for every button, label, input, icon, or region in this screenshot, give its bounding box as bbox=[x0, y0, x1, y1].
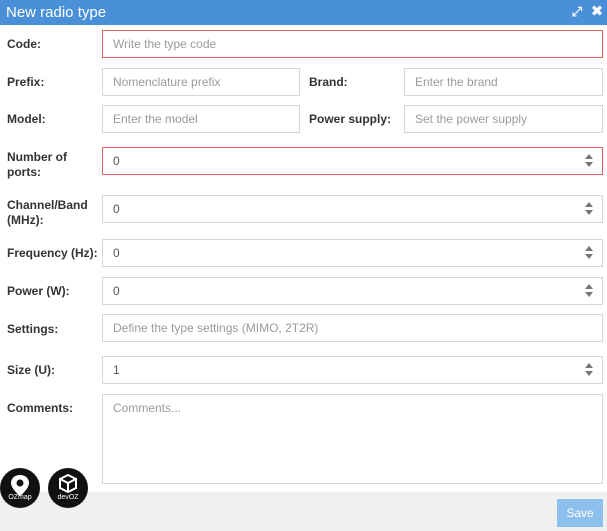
power-supply-input[interactable]: Set the power supply bbox=[404, 105, 603, 133]
settings-placeholder: Define the type settings (MIMO, 2T2R) bbox=[113, 321, 319, 335]
devoz-logo: devOZ bbox=[48, 468, 88, 508]
comments-placeholder: Comments... bbox=[113, 401, 182, 415]
prefix-label: Prefix: bbox=[7, 75, 45, 89]
ports-label-line1: Number of bbox=[7, 150, 67, 164]
brand-label: Brand: bbox=[309, 75, 348, 89]
size-input[interactable]: 1 bbox=[102, 356, 603, 384]
power-input[interactable]: 0 bbox=[102, 277, 603, 305]
settings-label: Settings: bbox=[7, 322, 59, 336]
brand-input[interactable]: Enter the brand bbox=[404, 68, 603, 96]
code-placeholder: Write the type code bbox=[113, 37, 217, 51]
size-spinner-icon[interactable] bbox=[585, 363, 593, 377]
devoz-logo-text: devOZ bbox=[57, 494, 79, 501]
brand-placeholder: Enter the brand bbox=[415, 75, 498, 89]
model-placeholder: Enter the model bbox=[113, 112, 198, 126]
frequency-label: Frequency (Hz): bbox=[7, 246, 98, 260]
window-titlebar: New radio type ⤢ ✖ bbox=[0, 0, 607, 25]
channel-band-spinner-icon[interactable] bbox=[585, 202, 593, 216]
power-value: 0 bbox=[113, 284, 120, 298]
comments-textarea[interactable]: Comments... bbox=[102, 394, 603, 484]
channel-band-value: 0 bbox=[113, 202, 120, 216]
ports-label-line2: ports: bbox=[7, 165, 41, 179]
dialog-footer bbox=[0, 492, 607, 531]
close-icon[interactable]: ✖ bbox=[590, 3, 604, 21]
map-pin-icon bbox=[11, 475, 29, 496]
model-label: Model: bbox=[7, 112, 46, 126]
prefix-placeholder: Nomenclature prefix bbox=[113, 75, 221, 89]
frequency-value: 0 bbox=[113, 246, 120, 260]
expand-icon[interactable]: ⤢ bbox=[570, 3, 584, 21]
code-input[interactable]: Write the type code bbox=[102, 30, 603, 58]
power-supply-label: Power supply: bbox=[309, 112, 392, 126]
settings-input[interactable]: Define the type settings (MIMO, 2T2R) bbox=[102, 314, 603, 342]
ozmap-logo: OZmap bbox=[0, 468, 40, 508]
prefix-input[interactable]: Nomenclature prefix bbox=[102, 68, 300, 96]
save-button[interactable]: Save bbox=[557, 499, 603, 527]
cube-icon bbox=[59, 473, 77, 494]
channel-band-input[interactable]: 0 bbox=[102, 195, 603, 223]
size-label: Size (U): bbox=[7, 363, 55, 377]
power-label: Power (W): bbox=[7, 284, 70, 298]
comments-label: Comments: bbox=[7, 401, 74, 415]
size-value: 1 bbox=[113, 363, 120, 377]
ports-value: 0 bbox=[113, 154, 120, 168]
window-title: New radio type bbox=[6, 4, 107, 21]
power-supply-placeholder: Set the power supply bbox=[415, 112, 528, 126]
channel-band-label-line2: (MHz): bbox=[7, 213, 44, 227]
frequency-input[interactable]: 0 bbox=[102, 239, 603, 267]
power-spinner-icon[interactable] bbox=[585, 284, 593, 298]
model-input[interactable]: Enter the model bbox=[102, 105, 300, 133]
ozmap-logo-text: OZmap bbox=[8, 494, 32, 501]
code-label: Code: bbox=[7, 37, 41, 51]
ports-spinner-icon[interactable] bbox=[585, 154, 593, 168]
channel-band-label-line1: Channel/Band bbox=[7, 198, 88, 212]
frequency-spinner-icon[interactable] bbox=[585, 246, 593, 260]
ports-number-input[interactable]: 0 bbox=[102, 147, 603, 175]
